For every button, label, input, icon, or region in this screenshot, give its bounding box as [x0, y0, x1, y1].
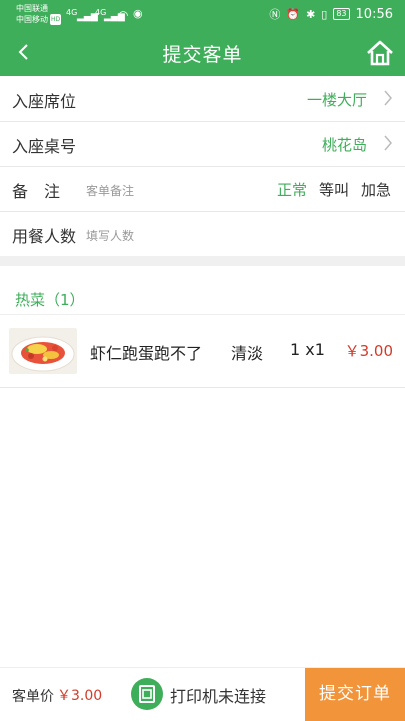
- dish-quantity: 1 x1: [290, 340, 325, 359]
- diners-input[interactable]: 填写人数: [86, 227, 134, 244]
- dish-photo-icon: [9, 328, 77, 374]
- chevron-right-icon: [384, 135, 392, 151]
- battery-icon: 83: [333, 8, 350, 20]
- network-type-1: 4G: [66, 8, 78, 17]
- total-label: 客单价: [12, 689, 54, 705]
- dish-name: 虾仁跑蛋跑不了: [90, 344, 203, 363]
- status-right: Ⓝ ⏰ ✱ ▯ 83 10:56: [269, 6, 393, 22]
- printer-status[interactable]: 打印机未连接: [170, 683, 266, 707]
- section-divider: [0, 256, 405, 266]
- category-heading: 热菜（1）: [15, 291, 85, 309]
- bluetooth-icon: ✱: [306, 7, 316, 21]
- table-value[interactable]: 桃花岛: [322, 134, 367, 155]
- urgency-option-wait[interactable]: 等叫: [319, 179, 349, 200]
- dish-price: ￥3.00: [344, 342, 393, 360]
- seat-label: 入座席位: [12, 92, 77, 111]
- chevron-right-icon: [384, 90, 392, 106]
- hd-badge: HD: [50, 14, 62, 25]
- list-item[interactable]: 虾仁跑蛋跑不了 清淡 1 x1 ￥3.00: [0, 315, 405, 388]
- total-value: ￥3.00: [57, 688, 103, 704]
- dish-taste: 清淡: [231, 344, 264, 363]
- vibrate-icon: ▯: [321, 7, 328, 21]
- clock: 10:56: [355, 6, 393, 22]
- table-label: 入座桌号: [12, 137, 77, 156]
- diners-row: 用餐人数 填写人数: [0, 212, 405, 256]
- diners-label: 用餐人数: [12, 227, 77, 246]
- carrier-info: 中国联通 中国移动 HD: [16, 3, 62, 25]
- urgency-option-rush[interactable]: 加急: [361, 179, 391, 200]
- nav-bar: 提交客单: [0, 30, 405, 76]
- location-icon: ◉: [133, 7, 143, 20]
- status-bar: 中国联通 中国移动 HD 4G ▂▄▆ 4G ▂▄▆ ◠ ◉ Ⓝ ⏰ ✱ ▯ 83…: [0, 0, 405, 30]
- wifi-icon: ◠: [118, 8, 129, 22]
- remark-row: 备 注 客单备注 正常 等叫 加急: [0, 167, 405, 212]
- table-row[interactable]: 入座桌号 桃花岛: [0, 122, 405, 167]
- remark-input[interactable]: 客单备注: [86, 182, 134, 199]
- alarm-icon: ⏰: [286, 7, 301, 21]
- printer-icon[interactable]: [131, 678, 163, 710]
- remark-label: 备 注: [12, 182, 61, 201]
- bottom-bar: 客单价 ￥3.00 打印机未连接 提交订单: [0, 667, 405, 721]
- seat-row[interactable]: 入座席位 一楼大厅: [0, 77, 405, 122]
- carrier-2: 中国移动: [16, 15, 48, 24]
- nfc-icon: Ⓝ: [269, 8, 281, 21]
- carrier-1: 中国联通: [16, 4, 48, 13]
- home-icon[interactable]: [366, 39, 394, 67]
- seat-value[interactable]: 一楼大厅: [307, 89, 367, 110]
- submit-order-button[interactable]: 提交订单: [305, 668, 405, 721]
- page-title: 提交客单: [162, 44, 243, 66]
- urgency-option-normal[interactable]: 正常: [277, 179, 307, 200]
